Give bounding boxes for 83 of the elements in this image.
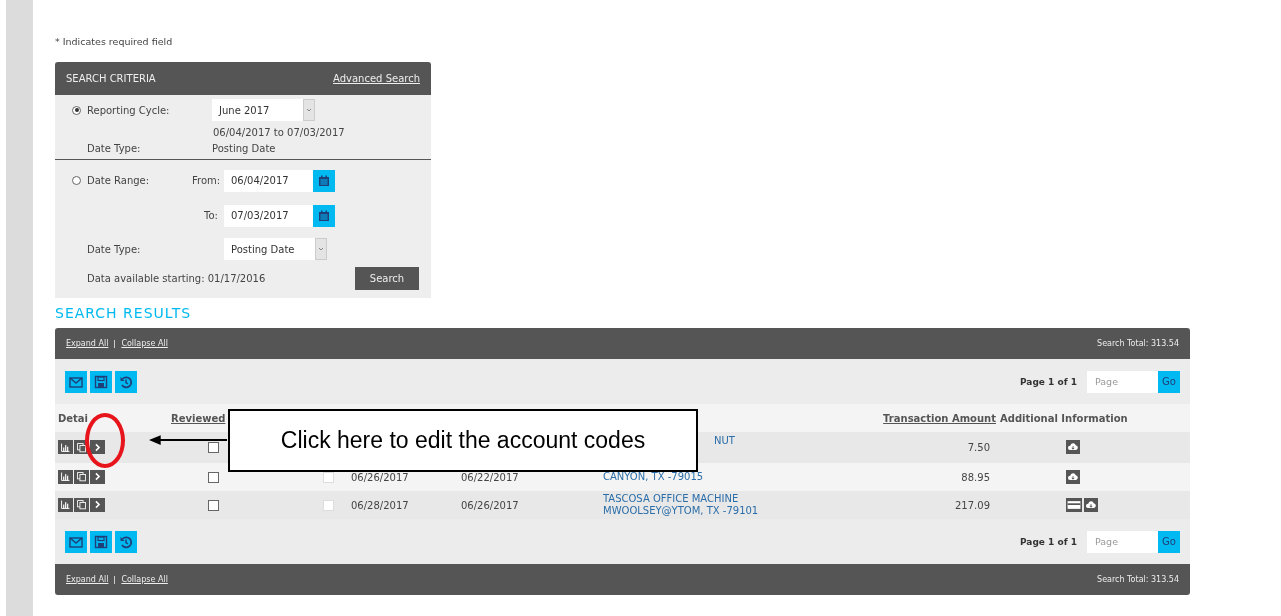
history-button[interactable] <box>115 530 137 553</box>
calendar-icon <box>317 173 331 188</box>
checkbox[interactable] <box>208 499 219 511</box>
cloud-download-icon[interactable] <box>1066 440 1080 454</box>
search-total: Search Total: 313.54 <box>1097 575 1179 584</box>
availability-note: Data available starting: 01/17/2016 <box>87 273 266 284</box>
date-range-text: 06/04/2017 to 07/03/2017 <box>213 126 345 138</box>
collapse-all-link[interactable]: Collapse All <box>121 575 168 584</box>
save-button[interactable] <box>90 370 112 393</box>
field-label: Reporting Cycle: <box>87 104 171 116</box>
highlight-ring <box>85 413 125 468</box>
go-button[interactable]: Go <box>1158 370 1180 393</box>
copy-button[interactable] <box>74 497 89 512</box>
column-header: Additional Information <box>1000 412 1128 424</box>
history-button[interactable] <box>115 370 137 393</box>
required-field-note: * Indicates required field <box>55 36 174 48</box>
chart-button[interactable] <box>58 469 73 484</box>
callout-text: Click here to edit the account codes <box>280 427 646 454</box>
calendar-button[interactable] <box>313 169 335 192</box>
field-label: To: <box>203 210 219 221</box>
table-cell: 06/26/2017 <box>461 499 519 511</box>
date-field[interactable]: 07/03/2017 <box>224 204 313 227</box>
copy-icon <box>76 499 87 511</box>
chart-button[interactable] <box>58 440 73 455</box>
merchant-text[interactable]: CANYON, TX -79015 <box>603 471 863 483</box>
field-label: Date Type: <box>87 243 142 255</box>
date-field[interactable]: 06/04/2017 <box>224 169 313 192</box>
radio-button[interactable] <box>72 176 81 185</box>
radio-button[interactable] <box>72 105 81 115</box>
field-label: Date Range: <box>87 175 150 186</box>
dropdown[interactable]: Posting Date <box>224 238 327 260</box>
checkbox[interactable] <box>208 442 219 454</box>
expand-all-link[interactable]: Expand All <box>66 339 109 348</box>
table-cell: 06/22/2017 <box>461 471 519 483</box>
page-indicator: Page 1 of 1 <box>1020 376 1077 387</box>
expand-button[interactable] <box>90 497 105 512</box>
collapse-all-link[interactable]: Collapse All <box>121 339 168 348</box>
expand-button[interactable] <box>90 469 105 484</box>
bar-chart-icon <box>60 499 71 511</box>
cloud-download-icon[interactable] <box>1066 469 1080 484</box>
amount-cell: 88.95 <box>961 471 990 483</box>
page-field[interactable]: Page <box>1087 530 1158 553</box>
calendar-icon <box>317 208 331 223</box>
page-field[interactable]: Page <box>1087 370 1158 393</box>
table-cell: 06/28/2017 <box>351 499 409 511</box>
page-indicator: Page 1 of 1 <box>1020 536 1077 547</box>
checkbox[interactable] <box>208 471 219 483</box>
email-button[interactable] <box>65 370 87 393</box>
field-label: From: <box>192 175 222 186</box>
calendar-button[interactable] <box>313 204 335 227</box>
chart-button[interactable] <box>58 497 73 512</box>
merchant-text[interactable]: TASCOSA OFFICE MACHINE <box>603 493 863 505</box>
copy-button[interactable] <box>74 469 89 484</box>
field-label: Date Type: <box>87 142 142 154</box>
caret-icon <box>315 238 327 260</box>
amount-cell: 217.09 <box>955 499 990 511</box>
cloud-download-icon[interactable] <box>1084 497 1098 512</box>
column-header[interactable]: Transaction Amount <box>883 412 996 424</box>
column-header[interactable]: Reviewed <box>171 412 226 424</box>
expand-all-link[interactable]: Expand All <box>66 575 109 584</box>
history-icon <box>118 533 134 550</box>
bar-chart-icon <box>60 441 71 453</box>
copy-icon <box>76 441 87 453</box>
bar-chart-icon <box>60 471 71 483</box>
expand-button[interactable] <box>90 440 105 455</box>
amount-cell: 7.50 <box>967 442 990 453</box>
dropdown[interactable]: June 2017 <box>212 99 315 121</box>
panel-title: SEARCH CRITERIA <box>66 73 156 84</box>
table-cell: 06/26/2017 <box>351 471 409 483</box>
section-title: SEARCH RESULTS <box>55 305 193 322</box>
column-header: Detai <box>58 412 89 424</box>
search-button[interactable]: Search <box>355 267 419 290</box>
caret-icon <box>303 99 315 121</box>
go-button[interactable]: Go <box>1158 530 1180 553</box>
save-button[interactable] <box>90 530 112 553</box>
search-total: Search Total: 313.54 <box>1097 339 1179 348</box>
merchant-text[interactable]: MWOOLSEY@YTOM, TX -79101 <box>603 505 863 517</box>
email-button[interactable] <box>65 530 87 553</box>
history-icon <box>118 373 134 390</box>
copy-icon <box>76 471 87 483</box>
date-type-value: Posting Date <box>212 142 276 154</box>
card-icon[interactable] <box>1066 497 1082 512</box>
advanced-search-link[interactable]: Advanced Search <box>333 73 420 84</box>
